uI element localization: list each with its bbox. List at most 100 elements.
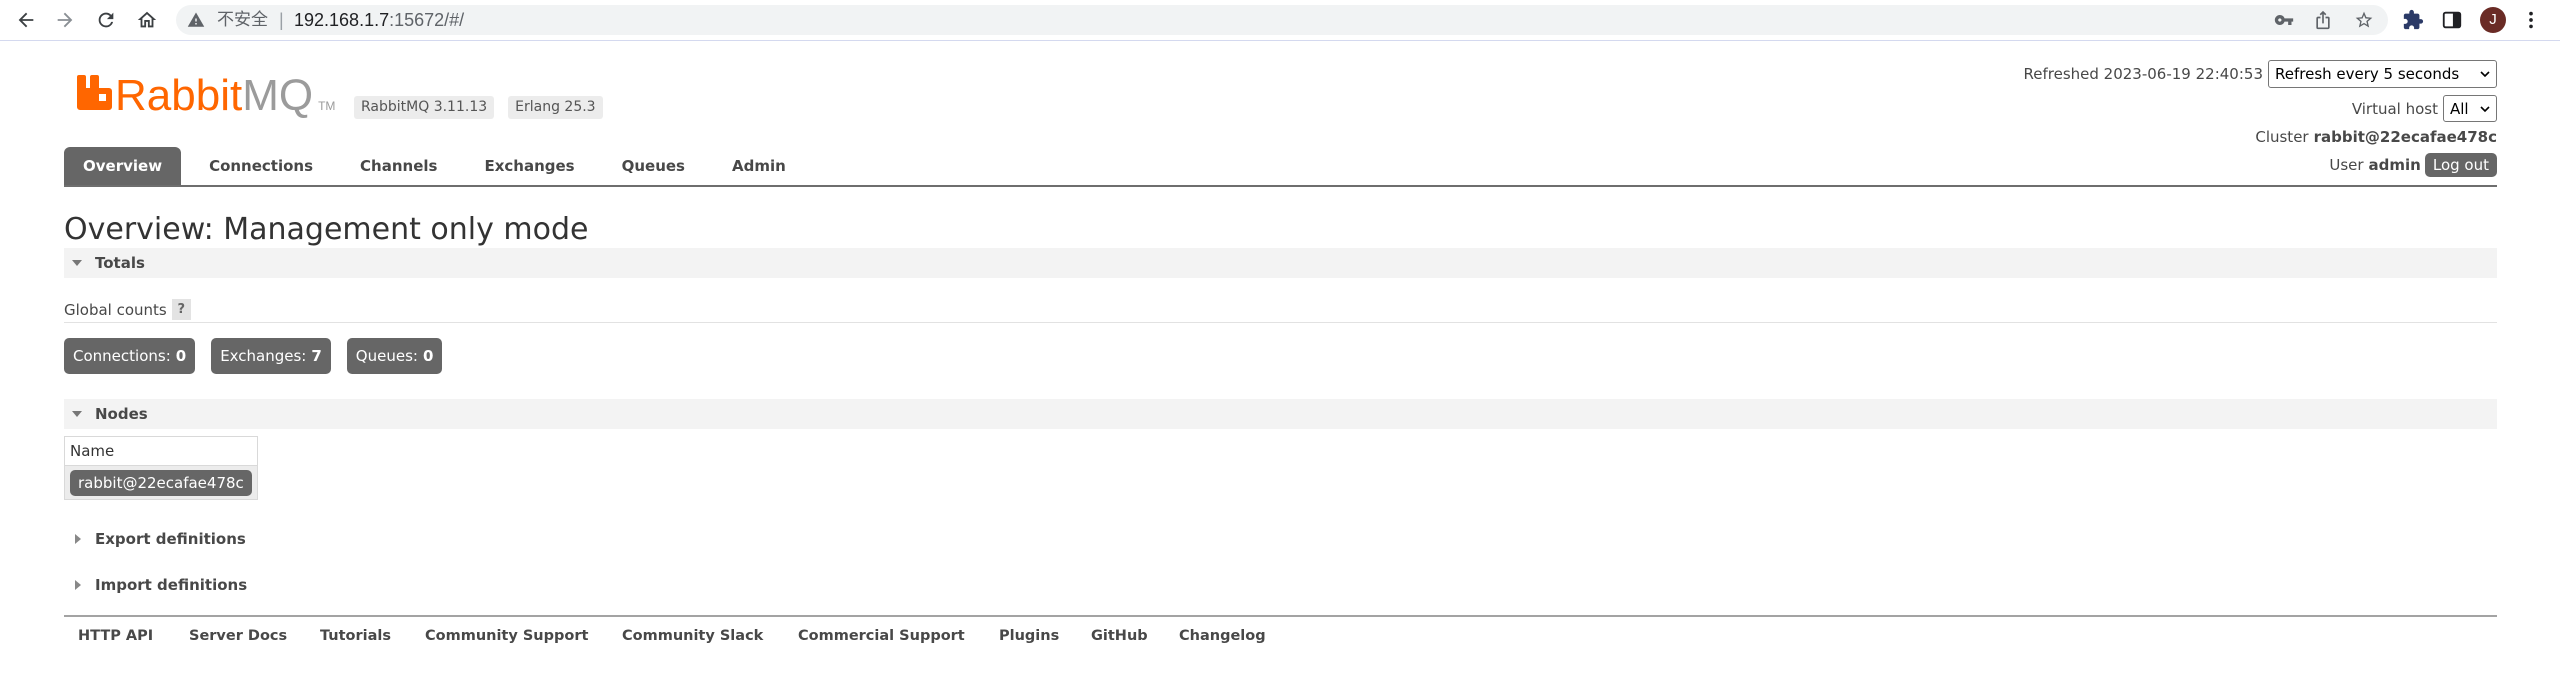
rabbitmq-version-badge: RabbitMQ 3.11.13 <box>354 96 495 119</box>
refresh-interval-select[interactable]: Refresh every 5 seconds <box>2268 60 2497 88</box>
count-label: Queues: <box>355 347 418 365</box>
forward-arrow-icon <box>57 12 73 28</box>
version-badges: RabbitMQ 3.11.13 Erlang 25.3 <box>354 96 603 119</box>
footer-link-commercial-support[interactable]: Commercial Support <box>798 626 965 646</box>
security-status-label[interactable]: 不安全 <box>217 5 268 35</box>
reload-button[interactable] <box>95 9 117 31</box>
profile-avatar[interactable]: J <box>2480 7 2506 33</box>
collapsed-triangle-icon <box>75 534 81 544</box>
refresh-interval-value: Refresh every 5 seconds <box>2275 65 2460 83</box>
share-icon[interactable] <box>2313 10 2333 30</box>
nodes-heading: Nodes <box>95 405 148 423</box>
main-nav: Overview Connections Channels Exchanges … <box>64 147 805 185</box>
logo-word-mq: MQ <box>242 71 314 120</box>
count-label: Exchanges: <box>220 347 307 365</box>
side-panel-button[interactable] <box>2441 9 2463 31</box>
refresh-row: Refreshed 2023-06-19 22:40:53 Refresh ev… <box>2024 60 2497 88</box>
count-value: 7 <box>311 347 322 365</box>
chevron-down-icon <box>2480 105 2490 112</box>
home-icon <box>137 11 157 28</box>
node-name-cell: rabbit@22ecafae478c <box>64 465 258 500</box>
browser-toolbar: 不安全 | 192.168.1.7:15672/#/ J <box>0 0 2560 41</box>
logo-word-rabbit: Rabbit <box>115 71 243 120</box>
back-button[interactable] <box>15 9 37 31</box>
home-button[interactable] <box>136 9 158 31</box>
virtual-host-value: All <box>2450 99 2469 118</box>
footer-link-http-api[interactable]: HTTP API <box>78 626 153 646</box>
footer-link-tutorials[interactable]: Tutorials <box>320 626 391 646</box>
expanded-triangle-icon <box>72 260 82 266</box>
user-row: User admin Log out <box>2329 153 2497 177</box>
key-icon[interactable] <box>2274 10 2294 30</box>
totals-counts: Connections: 0 Exchanges: 7 Queues: 0 <box>64 338 443 374</box>
export-definitions-toggle[interactable]: Export definitions <box>64 524 484 554</box>
tab-admin[interactable]: Admin <box>713 147 805 185</box>
chevron-down-icon <box>2480 71 2490 78</box>
footer-link-changelog[interactable]: Changelog <box>1179 626 1266 646</box>
virtual-host-select[interactable]: All <box>2443 95 2497 122</box>
url-path: :15672/#/ <box>389 10 465 30</box>
global-counts-row: Global counts ? <box>64 299 191 320</box>
node-link[interactable]: rabbit@22ecafae478c <box>70 469 252 496</box>
warning-icon[interactable] <box>187 11 205 29</box>
footer-link-github[interactable]: GitHub <box>1091 626 1148 646</box>
logout-button[interactable]: Log out <box>2424 153 2497 177</box>
logo-trademark: TM <box>318 99 336 113</box>
forward-button[interactable] <box>54 9 76 31</box>
star-icon[interactable] <box>2354 10 2374 30</box>
exchanges-count-badge[interactable]: Exchanges: 7 <box>211 338 331 374</box>
refreshed-timestamp: Refreshed 2023-06-19 22:40:53 <box>2023 65 2263 83</box>
back-arrow-icon <box>18 12 34 28</box>
footer-divider <box>64 615 2497 617</box>
address-bar[interactable]: 不安全 | 192.168.1.7:15672/#/ <box>176 5 2388 35</box>
page-title: Overview: Management only mode <box>64 212 589 247</box>
user-label: User <box>2329 156 2364 174</box>
footer-link-server-docs[interactable]: Server Docs <box>189 626 287 646</box>
footer-link-community-support[interactable]: Community Support <box>425 626 588 646</box>
queues-count-badge[interactable]: Queues: 0 <box>346 338 443 374</box>
more-vert-icon <box>2529 11 2533 29</box>
address-separator: | <box>279 10 284 30</box>
tab-exchanges[interactable]: Exchanges <box>465 147 593 185</box>
table-header-row: Name <box>64 436 258 466</box>
extensions-puzzle-icon <box>2403 9 2424 30</box>
count-label: Connections: <box>73 347 171 365</box>
import-definitions-toggle[interactable]: Import definitions <box>64 570 484 600</box>
count-value: 0 <box>175 347 187 365</box>
help-button[interactable]: ? <box>171 299 191 320</box>
divider <box>64 322 2497 323</box>
url-host: 192.168.1.7 <box>294 10 390 30</box>
global-counts-label: Global counts <box>64 300 167 319</box>
browser-menu-button[interactable] <box>2520 9 2542 31</box>
connections-count-badge[interactable]: Connections: 0 <box>64 338 196 374</box>
user-name: admin <box>2368 156 2421 174</box>
rabbitmq-logo[interactable]: Rabbit MQ TM <box>77 71 335 121</box>
collapsed-triangle-icon <box>75 580 81 590</box>
extensions-button[interactable] <box>2402 9 2424 31</box>
count-value: 0 <box>422 347 434 365</box>
tab-channels[interactable]: Channels <box>341 147 456 185</box>
reload-icon <box>98 12 114 28</box>
export-definitions-heading: Export definitions <box>95 530 246 548</box>
expanded-triangle-icon <box>72 411 82 417</box>
nodes-section-header[interactable]: Nodes <box>64 399 2497 429</box>
nav-divider <box>64 185 2497 187</box>
tab-queues[interactable]: Queues <box>603 147 704 185</box>
tab-connections[interactable]: Connections <box>190 147 332 185</box>
nodes-table: Name rabbit@22ecafae478c <box>64 436 258 500</box>
url-text[interactable]: 192.168.1.7:15672/#/ <box>294 5 464 35</box>
tab-overview[interactable]: Overview <box>64 147 182 185</box>
import-definitions-heading: Import definitions <box>95 576 248 594</box>
footer-link-plugins[interactable]: Plugins <box>999 626 1059 646</box>
side-panel-icon <box>2442 11 2462 29</box>
cluster-name: rabbit@22ecafae478c <box>2313 128 2497 146</box>
cluster-row: Cluster rabbit@22ecafae478c <box>2255 128 2497 146</box>
virtual-host-label: Virtual host <box>2351 99 2438 118</box>
column-header-name[interactable]: Name <box>64 436 258 466</box>
totals-section-header[interactable]: Totals <box>64 248 2497 278</box>
table-row: rabbit@22ecafae478c <box>64 465 258 500</box>
virtual-host-row: Virtual host All <box>2352 95 2497 122</box>
footer-link-community-slack[interactable]: Community Slack <box>622 626 763 646</box>
totals-heading: Totals <box>95 254 145 272</box>
erlang-version-badge: Erlang 25.3 <box>508 96 603 119</box>
